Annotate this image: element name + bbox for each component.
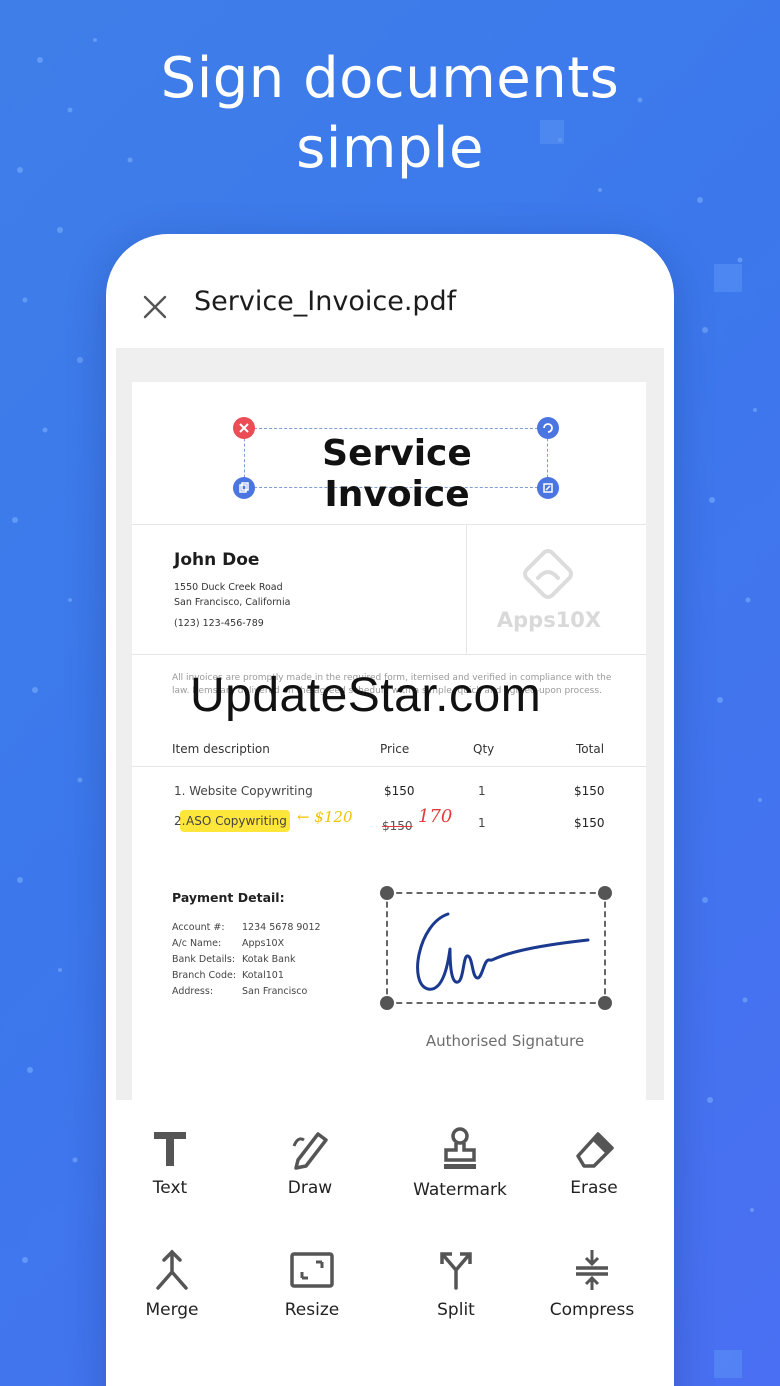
tool-label: Text <box>152 1178 188 1198</box>
document-viewer[interactable]: Service Invoice John Doe 1550 Duck Creek… <box>116 348 664 1112</box>
handwritten-price: 170 <box>418 806 453 827</box>
table-header-price: Price <box>380 742 410 756</box>
copy-handle[interactable] <box>233 477 255 499</box>
watermark-text: UpdateStar.com <box>190 669 542 722</box>
payment-value: San Francisco <box>242 986 308 997</box>
tool-label: Compress <box>549 1300 635 1320</box>
scale-handle[interactable] <box>537 477 559 499</box>
compress-icon <box>576 1250 608 1290</box>
stamp-icon <box>444 1127 476 1169</box>
file-title: Service_Invoice.pdf <box>194 286 457 317</box>
table-cell-num: 2. <box>174 814 186 828</box>
payment-key: Account #: <box>172 922 225 933</box>
tool-label: Erase <box>570 1178 618 1198</box>
payment-value: Apps10X <box>242 938 285 949</box>
document-page: Service Invoice John Doe 1550 Duck Creek… <box>132 382 646 1112</box>
tool-label: Merge <box>145 1300 199 1320</box>
payment-key: Branch Code: <box>172 970 237 981</box>
table-header-total: Total <box>576 742 605 756</box>
tool-watermark[interactable]: Watermark <box>400 1126 520 1200</box>
payment-value: 1234 5678 9012 <box>242 922 321 933</box>
table-cell-total: $150 <box>574 816 605 830</box>
payment-title: Payment Detail: <box>172 890 285 905</box>
table-cell-total: $150 <box>574 784 605 798</box>
rotate-handle[interactable] <box>537 417 559 439</box>
table-cell-qty: 1 <box>478 816 486 830</box>
table-cell-price: $150 <box>384 784 415 798</box>
promo-title-line2: simple <box>296 116 484 181</box>
table-cell-price-struck: $150 <box>382 819 413 833</box>
signature-corner-handle[interactable] <box>598 886 612 900</box>
client-address-line2: San Francisco, California <box>174 597 291 608</box>
signature-box[interactable] <box>380 886 612 1010</box>
eraser-icon <box>576 1132 614 1168</box>
table-cell-qty: 1 <box>478 784 486 798</box>
brand-logo-icon <box>523 549 573 599</box>
tool-draw[interactable]: Draw <box>250 1126 370 1198</box>
phone-frame: Service_Invoice.pdf Service Invoice John… <box>106 234 674 1386</box>
signature-corner-handle[interactable] <box>380 886 394 900</box>
divider <box>132 654 646 655</box>
tool-split[interactable]: Split <box>396 1248 516 1320</box>
scale-icon <box>543 483 553 493</box>
close-icon <box>143 295 167 319</box>
payment-key: Address: <box>172 986 214 997</box>
rotate-icon <box>543 423 553 433</box>
top-bar: Service_Invoice.pdf <box>106 234 674 348</box>
divider <box>132 524 646 525</box>
copy-icon <box>239 482 249 493</box>
table-cell-item: ASO Copywriting <box>186 814 287 828</box>
tools-panel: Text Draw Watermark Erase Merge Resize S… <box>106 1100 674 1386</box>
payment-key: Bank Details: <box>172 954 236 965</box>
draw-icon <box>292 1132 328 1170</box>
handwritten-note: ← $120 <box>297 808 353 826</box>
promo-title-line1: Sign documents <box>160 46 620 111</box>
signature-label: Authorised Signature <box>425 1032 585 1050</box>
client-phone: (123) 123-456-789 <box>174 618 264 629</box>
merge-icon <box>156 1249 188 1290</box>
client-address-line1: 1550 Duck Creek Road <box>174 582 283 593</box>
tool-label: Resize <box>284 1300 340 1320</box>
tool-compress[interactable]: Compress <box>532 1248 652 1320</box>
resize-icon <box>290 1252 334 1288</box>
promo-title: Sign documents simple <box>0 44 780 184</box>
text-icon <box>154 1132 186 1166</box>
close-button[interactable] <box>140 292 170 322</box>
table-header-item: Item description <box>172 742 270 756</box>
signature-corner-handle[interactable] <box>380 996 394 1010</box>
divider <box>132 766 646 767</box>
table-cell-item: 1. Website Copywriting <box>174 784 313 798</box>
payment-value: Kotal101 <box>242 970 284 981</box>
split-icon <box>440 1252 472 1290</box>
tool-label: Split <box>437 1300 475 1320</box>
tool-label: Draw <box>287 1178 333 1198</box>
brand-name: Apps10X <box>496 608 602 632</box>
invoice-title: Service Invoice <box>322 433 472 515</box>
tool-text[interactable]: Text <box>110 1126 230 1198</box>
tool-merge[interactable]: Merge <box>112 1248 232 1320</box>
delete-handle[interactable] <box>233 417 255 439</box>
payment-key: A/c Name: <box>172 938 222 949</box>
close-icon <box>239 423 249 433</box>
text-selection-box[interactable]: Service Invoice <box>233 417 559 515</box>
payment-value: Kotak Bank <box>242 954 296 965</box>
tool-label: Watermark <box>413 1180 507 1200</box>
divider <box>466 524 467 654</box>
signature-drawing <box>416 912 590 991</box>
tool-resize[interactable]: Resize <box>252 1248 372 1320</box>
tool-erase[interactable]: Erase <box>534 1126 654 1198</box>
signature-corner-handle[interactable] <box>598 996 612 1010</box>
table-header-qty: Qty <box>473 742 495 756</box>
client-name: John Doe <box>174 550 260 570</box>
